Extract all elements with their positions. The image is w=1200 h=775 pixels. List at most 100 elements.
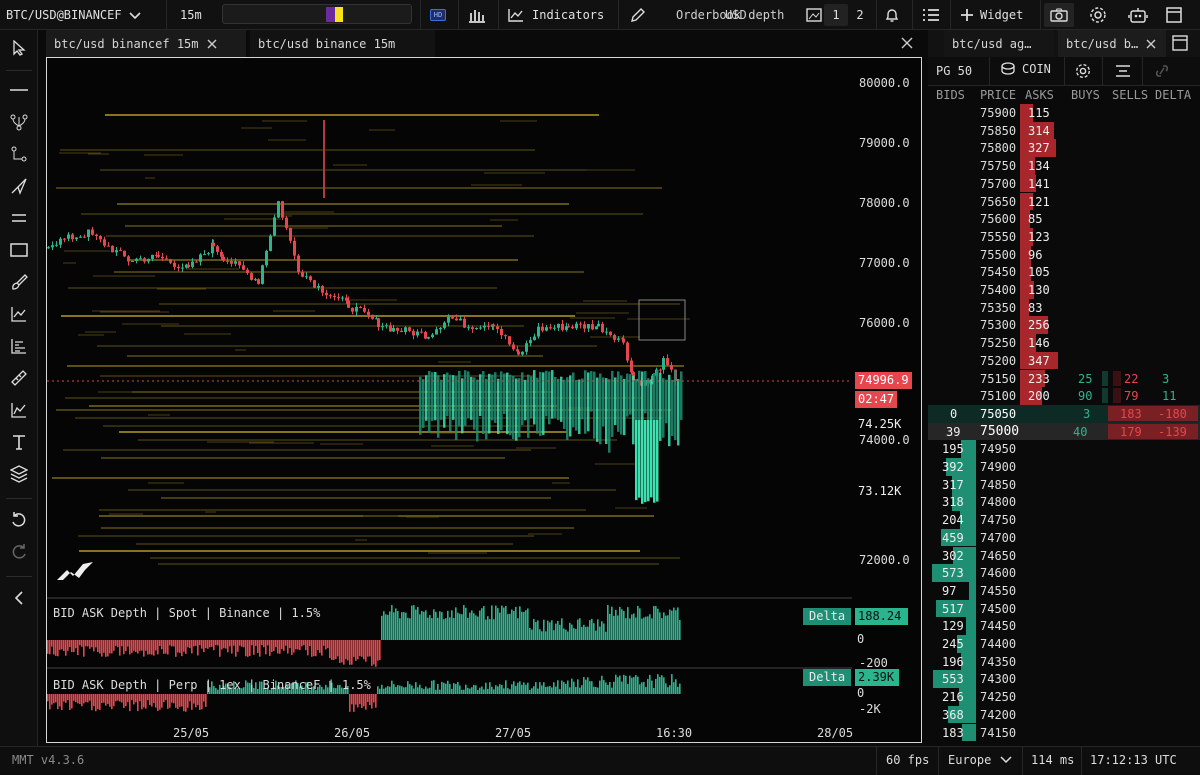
depth-bar — [665, 379, 668, 424]
orderbook-row[interactable]: 245 74400 — [928, 635, 1200, 653]
redo-icon[interactable] — [6, 539, 32, 565]
orderbook-row[interactable]: 75350 83 — [928, 298, 1200, 317]
orderbook-row[interactable]: 195 74950 — [928, 440, 1200, 458]
countdown-badge: 02:47 — [855, 391, 898, 408]
orderbook-row[interactable]: 75650 121 — [928, 192, 1200, 211]
tab-ob-aggregated[interactable]: btc/usd ag… — [944, 30, 1054, 57]
orderbook-row[interactable]: 75500 96 — [928, 245, 1200, 264]
brush-icon[interactable] — [6, 269, 32, 295]
histogram-bar — [179, 640, 181, 653]
align-icon[interactable] — [1115, 64, 1131, 81]
orderbook-row[interactable]: 75250 146 — [928, 334, 1200, 352]
image-icon[interactable] — [806, 0, 822, 30]
tab-chart-binance[interactable]: btc/usd binance 15m — [250, 30, 435, 57]
orderbook-row[interactable]: 216 74250 — [928, 688, 1200, 706]
close-icon[interactable] — [207, 39, 217, 49]
orderbook-row[interactable]: 302 74650 — [928, 546, 1200, 565]
close-chart-icon[interactable] — [901, 37, 913, 52]
interval-selector[interactable]: 15m — [180, 0, 202, 30]
rectangle-icon[interactable] — [6, 237, 32, 263]
close-icon[interactable] — [1146, 39, 1156, 49]
orderbook-row[interactable]: 392 74900 — [928, 458, 1200, 476]
symbol-selector[interactable]: BTC/USD@BINANCEF — [6, 0, 158, 30]
histogram-bar — [611, 687, 613, 694]
histogram-bar — [73, 694, 75, 701]
trend-line-icon[interactable] — [6, 141, 32, 167]
slider-handle-high[interactable] — [335, 7, 343, 22]
orderbook-row[interactable]: 553 74300 — [928, 670, 1200, 689]
orderbook-row[interactable]: 459 74700 — [928, 528, 1200, 547]
gear-icon[interactable] — [1089, 0, 1107, 30]
heatmap-range-slider[interactable] — [222, 4, 412, 24]
tab-ob-binance[interactable]: btc/usd b… — [1058, 30, 1166, 57]
window-icon[interactable] — [1166, 0, 1182, 30]
histogram-bar — [573, 628, 575, 640]
window-icon[interactable] — [1172, 35, 1188, 54]
orderbook-row[interactable]: 75300 256 — [928, 316, 1200, 335]
collapse-left-icon[interactable] — [6, 585, 32, 611]
orderbook-row[interactable]: 517 74500 — [928, 599, 1200, 618]
orderbook-row[interactable]: 0 75050 3 183 -180 — [928, 404, 1200, 423]
histogram-bar — [71, 694, 73, 709]
cursor-icon[interactable] — [6, 35, 32, 61]
orderbook-row[interactable]: 75450 105 — [928, 263, 1200, 281]
bars-icon[interactable] — [468, 0, 486, 30]
histogram-bar — [367, 694, 369, 702]
parallel-lines-icon[interactable] — [6, 205, 32, 231]
layout-1-button[interactable]: 1 — [824, 4, 848, 26]
orderbook-row[interactable]: 75150 233 25 22 3 — [928, 369, 1200, 388]
orderbook-row[interactable]: 183 74150 — [928, 723, 1200, 742]
coin-toggle[interactable]: COIN — [1000, 62, 1051, 76]
orderbook-row[interactable]: 75850 314 — [928, 121, 1200, 140]
orderbook-row[interactable]: 318 74800 — [928, 493, 1200, 512]
horizontal-line-icon[interactable] — [6, 77, 32, 103]
gear-icon[interactable] — [1075, 63, 1091, 82]
orderbook-row[interactable]: 75800 327 — [928, 139, 1200, 158]
orderbook-row[interactable]: 75550 123 — [928, 227, 1200, 246]
orderbook-row[interactable]: 97 74550 — [928, 581, 1200, 600]
camera-icon[interactable] — [1044, 3, 1074, 27]
volume-profile-icon[interactable] — [6, 333, 32, 359]
add-widget-button[interactable]: Widget — [960, 0, 1023, 30]
fork-icon[interactable] — [6, 109, 32, 135]
price-cell: 75000 — [980, 423, 1020, 439]
pg-selector[interactable]: PG 50 — [936, 64, 972, 78]
currency-selector[interactable]: USD — [725, 0, 747, 30]
chart-line-icon[interactable] — [6, 301, 32, 327]
ray-icon[interactable] — [6, 173, 32, 199]
bell-icon[interactable] — [884, 0, 900, 30]
area-chart-icon[interactable] — [6, 397, 32, 423]
list-icon[interactable] — [922, 0, 940, 30]
ruler-icon[interactable] — [6, 365, 32, 391]
orderbook-row[interactable]: 196 74350 — [928, 652, 1200, 671]
region-selector[interactable]: Europe — [948, 753, 1013, 767]
link-icon[interactable] — [1153, 64, 1171, 81]
orderbook-row[interactable]: 75200 347 — [928, 351, 1200, 370]
orderbook-row[interactable]: 39 75000 40 179 -139 — [928, 422, 1200, 441]
orderbook-row[interactable]: 129 74450 — [928, 617, 1200, 635]
histogram-bar — [77, 694, 79, 704]
depth-bar — [446, 372, 449, 417]
histogram-bar — [419, 684, 421, 694]
indicators-button[interactable]: Indicators — [508, 0, 604, 30]
robot-icon[interactable] — [1128, 0, 1148, 30]
histogram-bar — [511, 609, 513, 640]
hd-badge[interactable]: HD — [430, 9, 446, 21]
orderbook-row[interactable]: 75900 115 — [928, 104, 1200, 122]
text-icon[interactable] — [6, 429, 32, 455]
price-chart[interactable]: 80000.0 79000.0 78000.0 77000.0 76000.0 74000… — [46, 57, 922, 743]
tab-chart-binancef[interactable]: btc/usd binancef 15m — [46, 30, 246, 57]
orderbook-row[interactable]: 75100 200 90 79 11 — [928, 387, 1200, 405]
layers-icon[interactable] — [6, 461, 32, 487]
orderbook-row[interactable]: 573 74600 — [928, 564, 1200, 582]
orderbook-row[interactable]: 368 74200 — [928, 705, 1200, 724]
undo-icon[interactable] — [6, 507, 32, 533]
orderbook-row[interactable]: 75750 134 — [928, 157, 1200, 175]
pencil-icon[interactable] — [630, 0, 646, 30]
orderbook-row[interactable]: 204 74750 — [928, 511, 1200, 529]
orderbook-row[interactable]: 75600 85 — [928, 210, 1200, 228]
layout-2-button[interactable]: 2 — [850, 4, 870, 26]
orderbook-row[interactable]: 75700 141 — [928, 174, 1200, 193]
orderbook-row[interactable]: 317 74850 — [928, 475, 1200, 494]
orderbook-row[interactable]: 75400 130 — [928, 281, 1200, 299]
